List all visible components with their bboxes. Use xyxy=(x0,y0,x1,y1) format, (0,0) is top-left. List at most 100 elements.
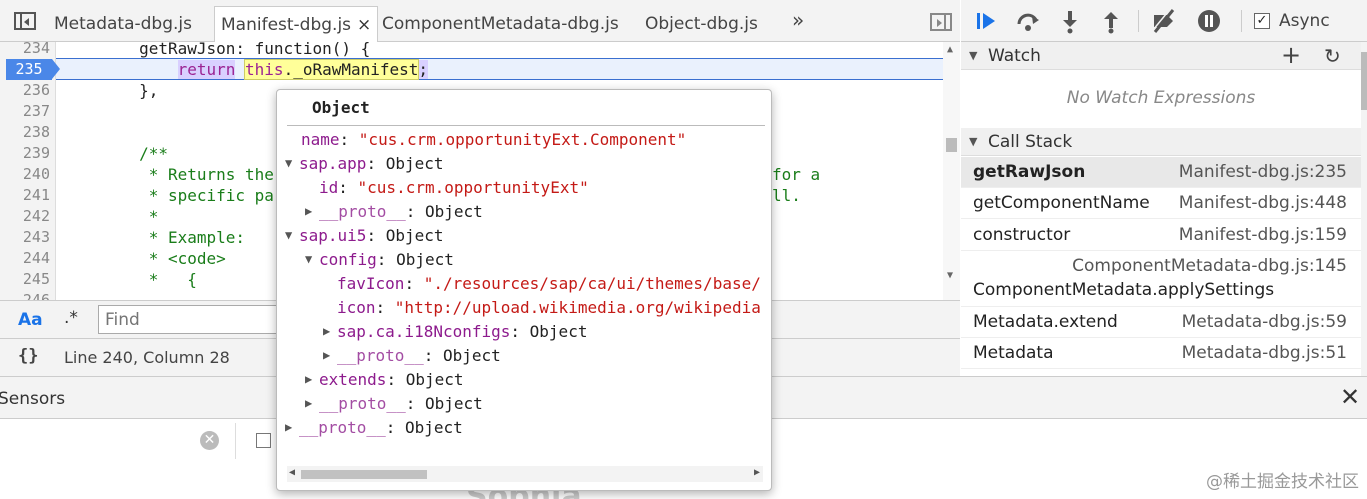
call-frame[interactable]: Metadata.extend Metadata-dbg.js:59 xyxy=(961,307,1361,338)
property-separator: : xyxy=(385,418,405,437)
call-frame-location[interactable]: Manifest-dbg.js:448 xyxy=(1179,188,1347,219)
line-number[interactable]: 245 xyxy=(0,269,50,290)
line-number[interactable]: 240 xyxy=(0,164,50,185)
tab-manifest-dbg[interactable]: Manifest-dbg.js × xyxy=(214,6,379,42)
tab-sensors[interactable]: Sensors xyxy=(0,389,65,409)
line-number[interactable]: 243 xyxy=(0,227,50,248)
property-value: Object xyxy=(396,250,454,269)
expand-arrow-right-icon[interactable]: ▶ xyxy=(285,420,299,434)
call-frame[interactable]: getRawJson Manifest-dbg.js:235 xyxy=(961,157,1361,188)
step-into-icon[interactable] xyxy=(1057,8,1083,34)
refresh-icon[interactable]: ↻ xyxy=(1324,42,1341,70)
expand-arrow-right-icon[interactable]: ▶ xyxy=(305,396,319,410)
code-line: * specific pa xyxy=(62,186,274,205)
call-frame[interactable]: ComponentMetadata-dbg.js:145 ComponentMe… xyxy=(961,254,1361,307)
object-property-row[interactable]: sap.app: Object xyxy=(299,152,444,176)
async-checkbox[interactable]: ✓ xyxy=(1254,13,1270,29)
close-drawer-icon[interactable]: ✕ xyxy=(1340,383,1360,411)
line-number[interactable]: 244 xyxy=(0,248,50,269)
regex-button[interactable]: .* xyxy=(64,308,78,328)
call-frame[interactable]: getComponentName Manifest-dbg.js:448 xyxy=(961,188,1361,219)
close-tab-icon[interactable]: × xyxy=(357,15,371,35)
find-input[interactable] xyxy=(98,305,298,334)
scroll-thumb[interactable] xyxy=(301,470,427,479)
call-frame-location[interactable]: Metadata-dbg.js:59 xyxy=(1182,307,1347,338)
code-line: * { xyxy=(62,270,197,289)
editor-vertical-scrollbar[interactable]: ▲ ▼ xyxy=(943,42,960,300)
line-number[interactable]: 237 xyxy=(0,101,50,122)
expand-arrow-down-icon[interactable]: ▼ xyxy=(285,228,299,242)
property-value: "./resources/sap/ca/ui/themes/base/ xyxy=(423,274,761,293)
line-number[interactable]: 236 xyxy=(0,80,50,101)
scroll-up-icon[interactable]: ▲ xyxy=(947,44,953,55)
object-property-row[interactable]: config: Object xyxy=(319,248,454,272)
call-frame[interactable]: constructor Manifest-dbg.js:159 xyxy=(961,220,1361,251)
property-key: __proto__ xyxy=(337,346,424,365)
editor-tabbar: Metadata-dbg.js Manifest-dbg.js × Compone… xyxy=(0,0,960,42)
breakpoint-line-number[interactable]: 235 xyxy=(6,59,60,80)
call-frame-location[interactable]: Metadata-dbg.js:51 xyxy=(1182,338,1347,369)
object-property-row[interactable]: __proto__: Object xyxy=(337,344,501,368)
line-number[interactable]: 238 xyxy=(0,122,50,143)
line-number[interactable]: 246 xyxy=(0,290,50,300)
scroll-down-icon[interactable]: ▼ xyxy=(947,270,953,281)
deactivate-breakpoints-icon[interactable] xyxy=(1151,8,1177,34)
more-tabs-icon[interactable]: » xyxy=(792,8,804,32)
expand-arrow-down-icon[interactable]: ▼ xyxy=(285,156,299,170)
call-frame-location[interactable]: Manifest-dbg.js:235 xyxy=(1179,157,1347,188)
pretty-print-button[interactable]: {} xyxy=(18,346,38,366)
popover-horizontal-scrollbar[interactable]: ◀ ▶ xyxy=(287,466,763,482)
property-key: sap.app xyxy=(299,154,367,173)
expand-arrow-down-icon[interactable]: ▼ xyxy=(305,252,319,266)
sensor-checkbox[interactable] xyxy=(256,433,271,448)
scroll-thumb[interactable] xyxy=(1361,52,1367,110)
expand-arrow-right-icon[interactable]: ▶ xyxy=(305,204,319,218)
call-frame-function: getComponentName xyxy=(973,193,1150,213)
object-property-row[interactable]: sap.ui5: Object xyxy=(299,224,444,248)
object-property-row[interactable]: extends: Object xyxy=(319,368,464,392)
step-out-icon[interactable] xyxy=(1098,8,1124,34)
code-line: /** xyxy=(62,144,168,163)
scroll-left-icon[interactable]: ◀ xyxy=(289,467,295,478)
expand-arrow-right-icon[interactable]: ▶ xyxy=(305,372,319,386)
add-watch-icon[interactable]: + xyxy=(1281,41,1301,69)
tab-object-dbg[interactable]: Object-dbg.js xyxy=(645,6,758,42)
property-value: Object xyxy=(442,346,501,365)
clear-icon[interactable]: ✕ xyxy=(200,431,219,450)
code-line: * <code> xyxy=(62,249,226,268)
call-frame[interactable]: Metadata Metadata-dbg.js:51 xyxy=(961,338,1361,369)
object-property-row[interactable]: sap.ca.i18Nconfigs: Object xyxy=(337,320,587,344)
navigator-toggle-icon[interactable] xyxy=(14,12,36,30)
object-property-row[interactable]: __proto__: Object xyxy=(319,392,483,416)
object-preview-popover[interactable]: Object name: "cus.crm.opportunityExt.Com… xyxy=(276,89,772,491)
call-frame-location[interactable]: ComponentMetadata-dbg.js:145 xyxy=(1072,254,1347,278)
property-separator: : xyxy=(366,226,386,245)
line-number[interactable]: 239 xyxy=(0,143,50,164)
expand-arrow-right-icon[interactable]: ▶ xyxy=(323,324,337,338)
object-property-row[interactable]: __proto__: Object xyxy=(319,200,483,224)
resume-icon[interactable] xyxy=(974,8,1000,34)
line-number[interactable]: 241 xyxy=(0,185,50,206)
property-key: sap.ca.i18Nconfigs xyxy=(337,322,511,341)
property-separator: : xyxy=(339,130,359,149)
watch-section-header[interactable]: ▼ Watch + ↻ xyxy=(961,41,1361,70)
tab-metadata-dbg[interactable]: Metadata-dbg.js xyxy=(54,6,192,42)
pause-on-exceptions-icon[interactable] xyxy=(1196,8,1222,34)
object-property-row: id: "cus.crm.opportunityExt" xyxy=(319,176,589,200)
sidebar-scrollbar[interactable] xyxy=(1361,42,1367,376)
object-property-row[interactable]: __proto__: Object xyxy=(299,416,463,440)
scroll-right-icon[interactable]: ▶ xyxy=(754,467,760,478)
call-frame-location[interactable]: Manifest-dbg.js:159 xyxy=(1179,220,1347,251)
match-case-button[interactable]: Aa xyxy=(18,310,43,330)
line-number[interactable]: 234 xyxy=(0,42,50,59)
code-evaluated-expression[interactable]: this._oRawManifest xyxy=(244,59,420,80)
line-number[interactable]: 242 xyxy=(0,206,50,227)
call-stack-section-header[interactable]: ▼ Call Stack xyxy=(961,128,1361,156)
scroll-thumb[interactable] xyxy=(946,138,957,152)
debugger-toolbar: ✓ Async xyxy=(961,0,1367,42)
debugger-toggle-icon[interactable] xyxy=(930,13,952,31)
expand-arrow-right-icon[interactable]: ▶ xyxy=(323,348,337,362)
tab-componentmetadata-dbg[interactable]: ComponentMetadata-dbg.js xyxy=(382,6,619,42)
step-over-icon[interactable] xyxy=(1015,8,1041,34)
call-frame-function: Metadata xyxy=(973,343,1054,363)
